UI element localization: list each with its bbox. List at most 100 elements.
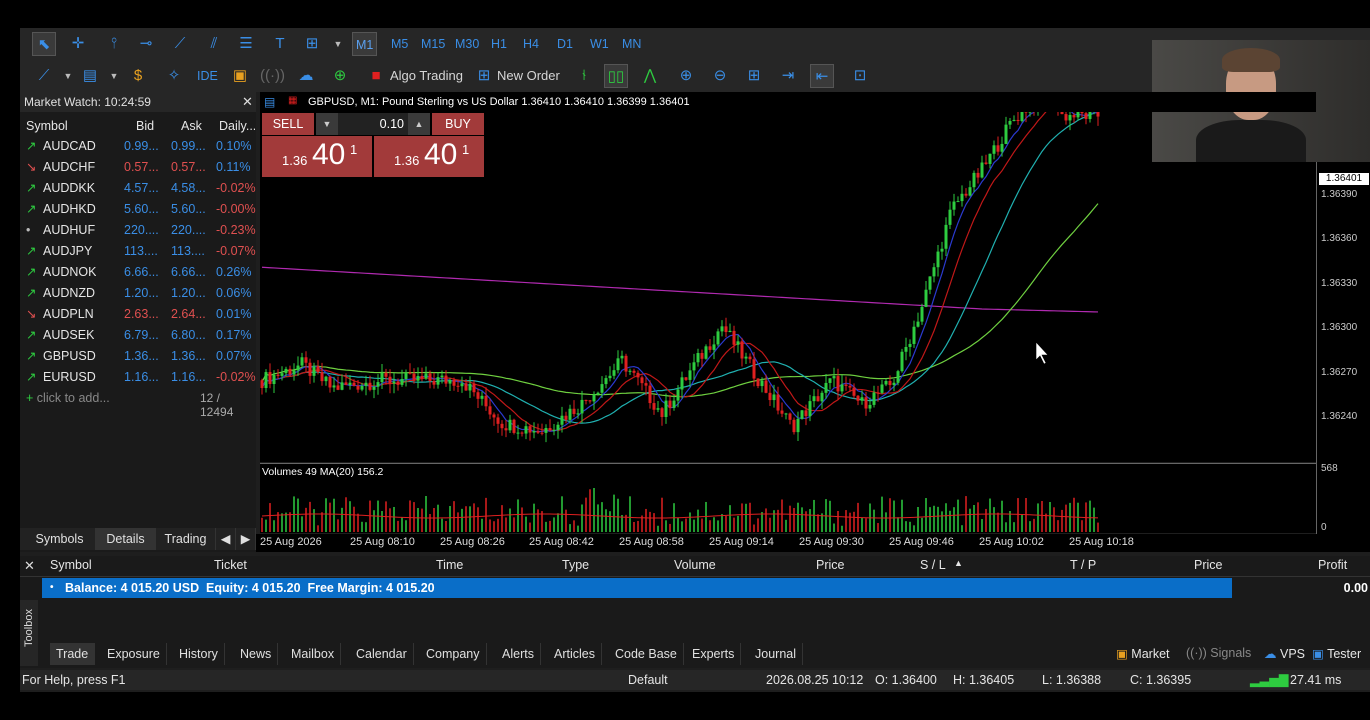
autoscroll-icon[interactable]: ⇥ [776,64,800,88]
new-order-icon[interactable]: ⊞ [472,64,496,88]
tab-symbols[interactable]: Symbols [24,528,96,550]
time-scale[interactable]: 25 Aug 2026 25 Aug 08:10 25 Aug 08:26 25… [256,534,1370,552]
sell-button[interactable]: SELL [262,113,314,135]
bar-chart-icon[interactable]: ⫮ [572,64,596,88]
col-sl[interactable]: S / L [920,558,946,572]
tab-news[interactable]: News [234,643,279,665]
ide-button[interactable]: IDE [194,64,221,88]
signals-button[interactable]: ((·)) Signals [1186,646,1251,660]
tf-m1[interactable]: M1 [352,32,378,56]
screenshot-icon[interactable]: ⊡ [848,64,872,88]
lot-down-icon[interactable]: ▼ [316,113,338,135]
market-watch-row[interactable]: ↗ AUDNZD 1.20... 1.20... 0.06% [20,283,256,304]
col-type[interactable]: Type [562,558,589,572]
text-icon[interactable]: T [268,32,292,56]
tab-calendar[interactable]: Calendar [350,643,414,665]
tf-m30[interactable]: M30 [452,32,482,56]
chart-shift-icon[interactable]: ⇤ [810,64,834,88]
vertical-line-icon[interactable]: ⫯ [102,32,126,56]
col-symbol[interactable]: Symbol [50,558,92,572]
tab-history[interactable]: History [173,643,225,665]
chart-template-icon[interactable]: ▤ [78,64,102,88]
tf-m15[interactable]: M15 [418,32,448,56]
tab-alerts[interactable]: Alerts [496,643,541,665]
scroll-left-icon[interactable]: ◀ [216,528,236,550]
market-watch-row[interactable]: ↗ AUDNOK 6.66... 6.66... 0.26% [20,262,256,283]
volume-subwindow[interactable]: Volumes 49 MA(20) 156.2 [260,463,1316,533]
tile-windows-icon[interactable]: ⊞ [742,64,766,88]
close-icon[interactable]: ✕ [242,94,253,110]
close-icon[interactable]: ✕ [24,558,35,574]
lot-input[interactable]: 0.10 [338,113,408,135]
zoom-in-icon[interactable]: ⊕ [674,64,698,88]
col-ticket[interactable]: Ticket [214,558,247,572]
tab-exposure[interactable]: Exposure [101,643,167,665]
tf-h1[interactable]: H1 [488,32,510,56]
col-time[interactable]: Time [436,558,463,572]
market-watch-row[interactable]: ↘ AUDCHF 0.57... 0.57... 0.11% [20,157,256,178]
algo-trading-stop-icon[interactable]: ■ [364,64,388,88]
zoom-out-icon[interactable]: ⊖ [708,64,732,88]
indicators-icon[interactable]: ⟋ [32,64,56,88]
tab-trading[interactable]: Trading [156,528,216,550]
tab-mailbox[interactable]: Mailbox [285,643,342,665]
col-symbol[interactable]: Symbol [26,116,68,136]
col-price-current[interactable]: Price [1194,558,1222,572]
status-profile[interactable]: Default [628,670,668,690]
dollar-icon[interactable]: $ [126,64,150,88]
col-daily[interactable]: Daily... [219,116,255,136]
market-watch-row[interactable]: ↗ AUDCAD 0.99... 0.99... 0.10% [20,136,256,157]
buy-price[interactable]: 1.36 40 1 [374,136,484,177]
scroll-right-icon[interactable]: ▶ [236,528,256,550]
chevron-down-icon[interactable]: ▼ [102,64,126,88]
algo-trading-button[interactable]: Algo Trading [390,64,463,88]
lot-up-icon[interactable]: ▲ [408,113,430,135]
candlestick-icon[interactable]: ▯▯ [604,64,628,88]
balance-row[interactable]: • Balance: 4 015.20 USD Equity: 4 015.20… [42,578,1370,598]
market-watch-row[interactable]: ↗ AUDSEK 6.79... 6.80... 0.17% [20,325,256,346]
tf-d1[interactable]: D1 [554,32,576,56]
market-bag-icon[interactable]: ▣ [228,64,252,88]
shapes-icon[interactable]: ⊞ [300,32,324,56]
tester-button[interactable]: ▣ Tester [1312,646,1361,661]
col-price[interactable]: Price [816,558,844,572]
tab-company[interactable]: Company [420,643,487,665]
col-volume[interactable]: Volume [674,558,716,572]
market-watch-row[interactable]: ↗ AUDDKK 4.57... 4.58... -0.02% [20,178,256,199]
market-button[interactable]: ▣ Market [1116,646,1170,661]
tab-journal[interactable]: Journal [749,643,803,665]
cursor-icon[interactable]: ⬉ [32,32,56,56]
market-watch-row[interactable]: • AUDHUF 220.... 220.... -0.23% [20,220,256,241]
chevron-down-icon[interactable]: ▼ [56,64,80,88]
experts-icon[interactable]: ✧ [162,64,186,88]
col-profit[interactable]: Profit [1318,558,1347,572]
market-watch-row[interactable]: ↗ AUDHKD 5.60... 5.60... -0.00% [20,199,256,220]
signals-icon[interactable]: ((·)) [260,64,285,88]
col-ask[interactable]: Ask [181,116,202,136]
market-watch-row[interactable]: ↗ AUDJPY 113.... 113.... -0.07% [20,241,256,262]
tab-code-base[interactable]: Code Base [609,643,684,665]
chart-windows-icon[interactable]: ▤ [264,95,275,109]
tab-trade[interactable]: Trade [50,643,96,665]
market-watch-row[interactable]: ↘ AUDPLN 2.63... 2.64... 0.01% [20,304,256,325]
market-watch-row[interactable]: ↗ GBPUSD 1.36... 1.36... 0.07% [20,346,256,367]
tab-articles[interactable]: Articles [548,643,602,665]
tab-experts[interactable]: Experts [686,643,742,665]
trendline-icon[interactable]: ⟋ [168,32,192,56]
buy-button[interactable]: BUY [432,113,484,135]
new-order-button[interactable]: New Order [497,64,560,88]
line-chart-icon[interactable]: ⋀ [638,64,662,88]
col-bid[interactable]: Bid [136,116,154,136]
add-symbol[interactable]: + click to add... [26,391,110,405]
web-icon[interactable]: ⊕ [328,64,352,88]
crosshair-icon[interactable]: ✛ [66,32,90,56]
fibonacci-icon[interactable]: ☰ [234,32,258,56]
tf-m5[interactable]: M5 [388,32,411,56]
col-tp[interactable]: T / P [1070,558,1096,572]
vps-button[interactable]: ☁ VPS [1264,646,1305,661]
vps-cloud-icon[interactable]: ☁ [294,64,318,88]
tab-details[interactable]: Details [96,528,156,550]
tf-mn[interactable]: MN [619,32,644,56]
tf-w1[interactable]: W1 [587,32,612,56]
channel-icon[interactable]: ⫽ [202,32,226,56]
